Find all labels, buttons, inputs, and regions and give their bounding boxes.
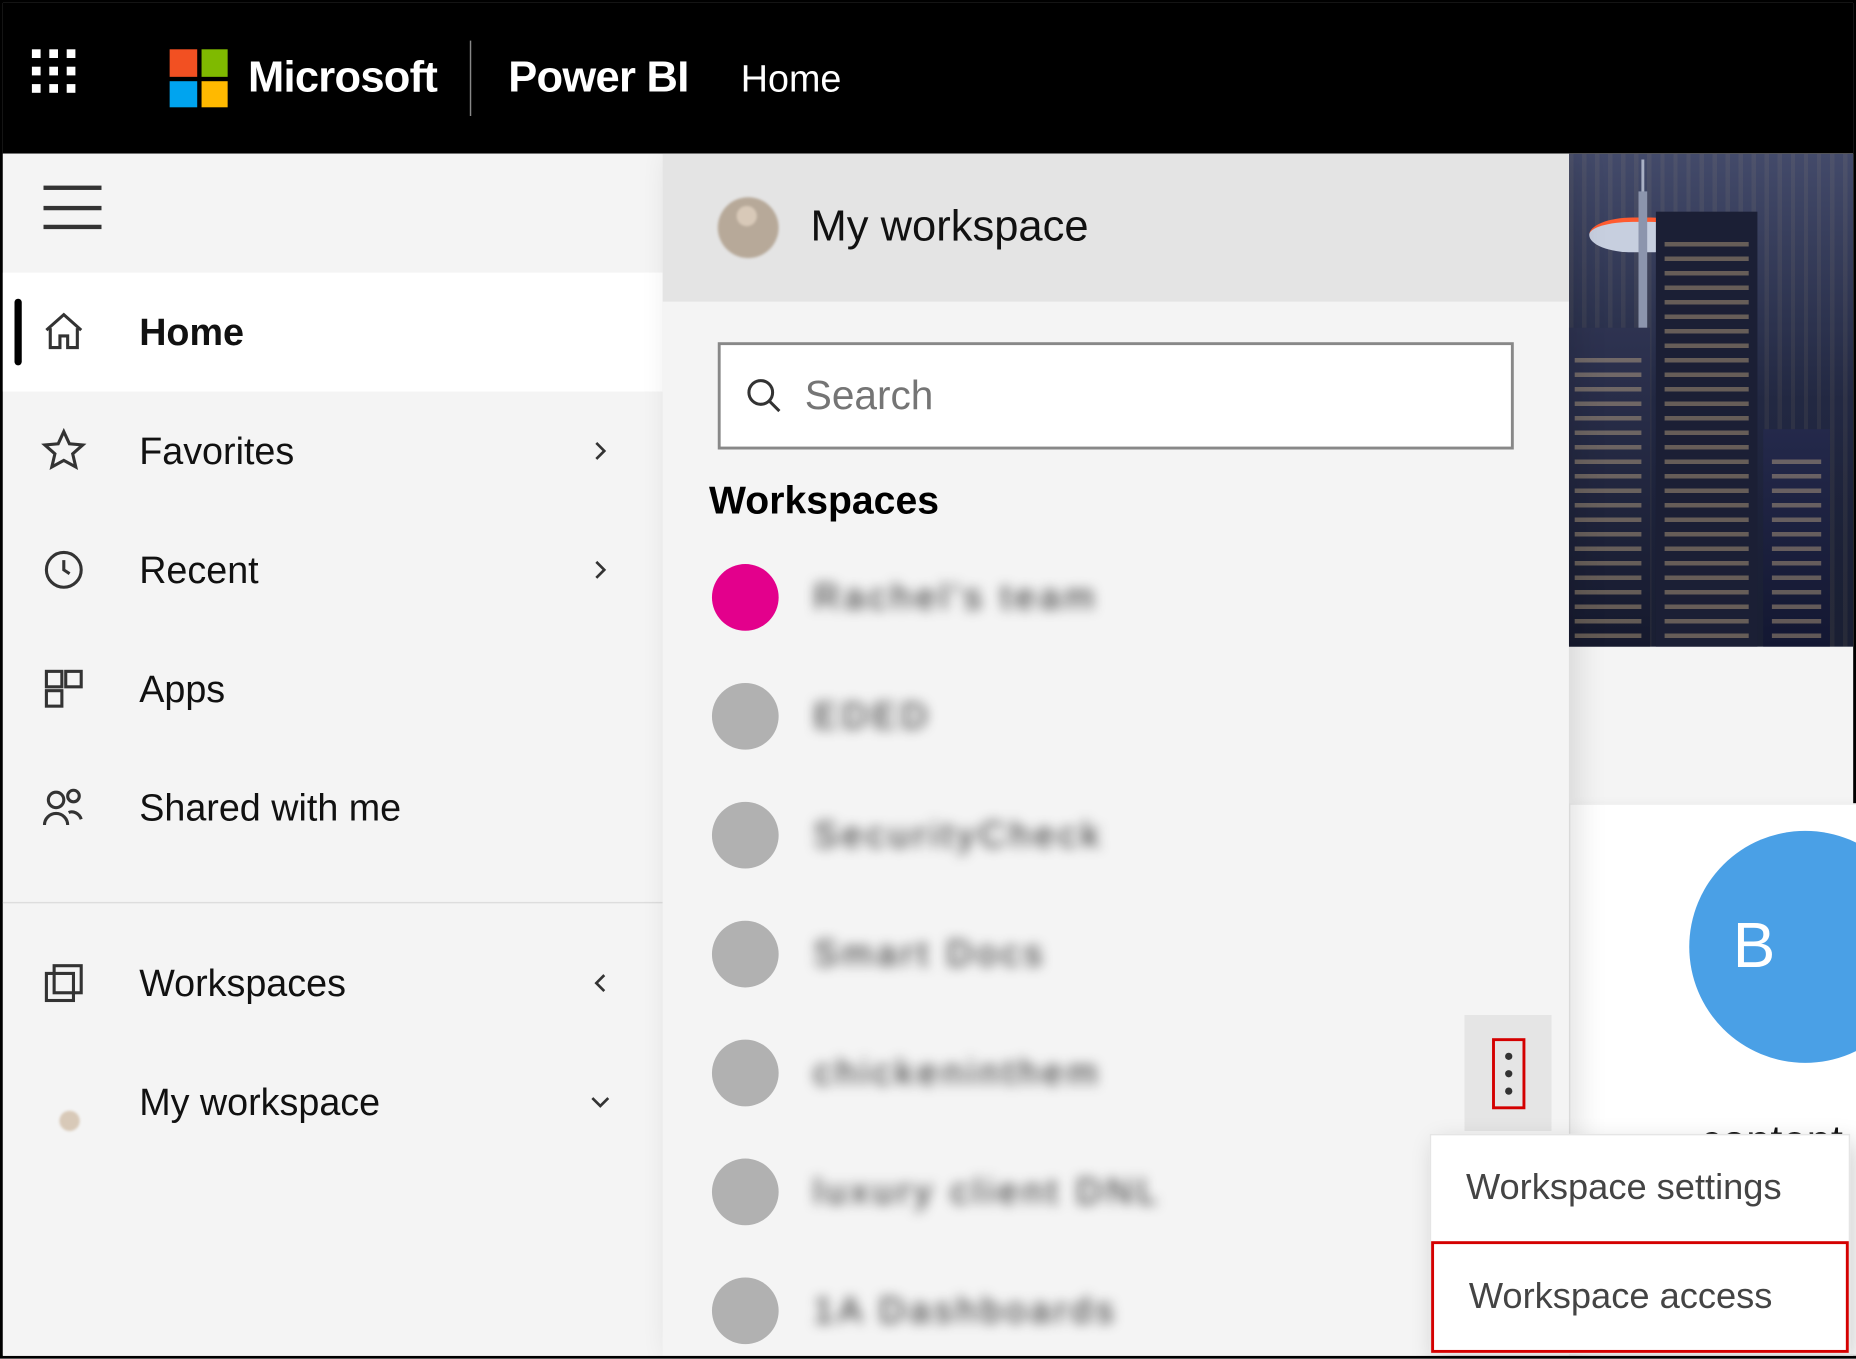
workspace-avatar-icon: [712, 1159, 779, 1226]
menu-item-workspace-settings[interactable]: Workspace settings: [1431, 1135, 1849, 1241]
menu-toggle-icon[interactable]: [44, 186, 102, 230]
flyout-header[interactable]: My workspace: [663, 154, 1569, 302]
sidebar-item-recent[interactable]: Recent: [3, 510, 663, 629]
flyout-header-label: My workspace: [811, 203, 1089, 252]
workspace-avatar-icon: [712, 1277, 779, 1344]
more-vertical-icon: [1504, 1052, 1511, 1094]
breadcrumb: Home: [741, 56, 842, 101]
people-icon: [41, 784, 99, 830]
global-header: Microsoft Power BI Home: [3, 3, 1853, 154]
workspace-item[interactable]: SecurityCheck: [663, 776, 1569, 895]
app-launcher-icon[interactable]: [32, 49, 90, 107]
workspace-avatar-icon: [712, 802, 779, 869]
sidebar-item-shared[interactable]: Shared with me: [3, 748, 663, 867]
star-icon: [41, 428, 99, 474]
search-input[interactable]: [805, 373, 1488, 419]
sidebar-item-label: Favorites: [139, 428, 584, 473]
hero-image: [1569, 154, 1853, 647]
workspace-name: Smart Docs: [813, 933, 1551, 975]
content-avatar-icon: B: [1689, 831, 1856, 1063]
workspace-avatar-icon: [712, 921, 779, 988]
workspaces-section-title: Workspaces: [709, 479, 1569, 524]
sidebar-item-workspaces[interactable]: Workspaces: [3, 924, 663, 1043]
workspace-context-menu: Workspace settings Workspace access: [1430, 1134, 1851, 1354]
divider: [469, 41, 470, 116]
workspace-name: chickeninthem: [813, 1052, 1464, 1094]
workspace-item[interactable]: chickeninthem: [663, 1014, 1569, 1133]
workspace-item[interactable]: EDED: [663, 657, 1569, 776]
app-body: Home Favorites Recent: [3, 154, 1853, 1356]
workspace-name: Rachel's team: [813, 576, 1551, 618]
chevron-left-icon: [584, 967, 616, 999]
apps-icon: [41, 666, 99, 712]
workspace-avatar-icon: [712, 683, 779, 750]
workspace-item[interactable]: Smart Docs: [663, 895, 1569, 1014]
home-icon: [41, 309, 99, 355]
workspace-avatar-icon: [712, 1040, 779, 1107]
sidebar-item-label: Home: [139, 310, 662, 355]
workspaces-icon: [41, 960, 99, 1006]
sidebar-item-label: My workspace: [139, 1080, 584, 1125]
search-icon: [744, 376, 785, 417]
microsoft-logo-icon: [170, 49, 228, 107]
brand-name: Microsoft: [248, 54, 437, 103]
workspace-avatar-icon: [712, 564, 779, 631]
chevron-right-icon: [584, 554, 616, 586]
sidebar-item-apps[interactable]: Apps: [3, 629, 663, 748]
workspace-more-button[interactable]: [1465, 1015, 1552, 1131]
sidebar-item-label: Workspaces: [139, 961, 584, 1006]
sidebar-item-label: Recent: [139, 547, 584, 592]
sidebar: Home Favorites Recent: [3, 154, 663, 1356]
sidebar-item-favorites[interactable]: Favorites: [3, 392, 663, 511]
sidebar-item-my-workspace[interactable]: My workspace: [3, 1043, 663, 1162]
sidebar-item-label: Apps: [139, 666, 662, 711]
sidebar-item-label: Shared with me: [139, 785, 662, 830]
sidebar-item-home[interactable]: Home: [3, 273, 663, 392]
chevron-down-icon: [584, 1086, 616, 1118]
workspace-name: EDED: [813, 695, 1551, 737]
app-window: Microsoft Power BI Home Home: [0, 0, 1856, 1359]
product-name: Power BI: [508, 54, 688, 103]
chevron-right-icon: [584, 435, 616, 467]
menu-item-workspace-access[interactable]: Workspace access: [1431, 1241, 1849, 1353]
avatar-icon: [718, 197, 779, 258]
workspace-item[interactable]: Rachel's team: [663, 538, 1569, 657]
workspace-search[interactable]: [718, 342, 1514, 449]
workspace-name: SecurityCheck: [813, 814, 1551, 856]
avatar-letter: B: [1733, 911, 1776, 984]
clock-icon: [41, 547, 99, 593]
divider: [3, 902, 663, 903]
